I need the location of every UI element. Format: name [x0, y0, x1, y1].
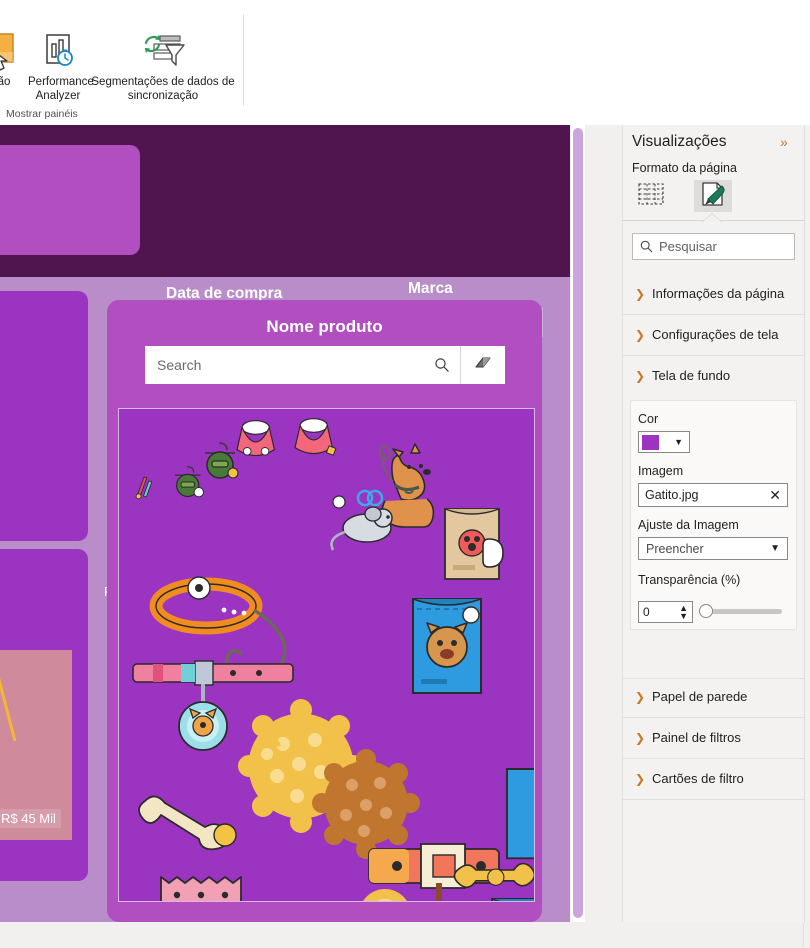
- ribbon-label-partial: ão: [0, 76, 11, 88]
- accordion-label: Tela de fundo: [652, 368, 731, 383]
- bottom-strip: [0, 922, 810, 948]
- clear-selection-button[interactable]: [460, 346, 505, 384]
- accordion-label: Cartões de filtro: [652, 771, 744, 786]
- kpi-value: 57 Mil: [0, 159, 128, 201]
- product-search-placeholder: Search: [157, 357, 202, 373]
- ribbon: ão Performance Analyzer Segmentações de …: [0, 0, 810, 125]
- image-fit-value: Preencher: [646, 541, 704, 556]
- accordion-painel-de-filtros[interactable]: ❯ Painel de filtros: [622, 719, 805, 759]
- transparency-label: Transparência (%): [638, 573, 741, 587]
- format-search-placeholder: Pesquisar: [659, 239, 717, 254]
- close-icon[interactable]: ✕: [769, 487, 781, 504]
- eraser-icon: [473, 355, 493, 376]
- ribbon-label-sync-1: Segmentações de dados de: [91, 76, 235, 88]
- product-search-input[interactable]: Search: [145, 346, 424, 384]
- accordion-label: Configurações de tela: [652, 327, 779, 342]
- fields-grid-icon: [638, 182, 664, 210]
- chevron-right-icon: ❯: [635, 772, 646, 786]
- image-fit-dropdown[interactable]: Preencher ▼: [638, 537, 788, 560]
- chevron-down-icon: ❯: [635, 369, 646, 383]
- accordion-papel-de-parede[interactable]: ❯ Papel de parede: [622, 678, 805, 718]
- performance-analyzer-icon: [28, 28, 88, 76]
- image-fit-label: Ajuste da Imagem: [638, 518, 739, 532]
- chevron-right-icon: ❯: [635, 690, 646, 704]
- chevron-right-icon: ❯: [635, 731, 646, 745]
- image-file-field[interactable]: Gatito.jpg ✕: [638, 483, 788, 507]
- chevron-down-icon: ▼: [770, 543, 780, 554]
- image-file-value: Gatito.jpg: [645, 488, 699, 502]
- left-metric-value-3: R$ 45 Mil: [0, 809, 61, 828]
- show-panes-label: Mostrar painéis: [6, 108, 78, 120]
- ribbon-label-performance-1: Performance: [28, 76, 94, 88]
- cursor-highlight-icon: [0, 28, 30, 76]
- transparency-value: 0: [643, 605, 650, 619]
- accordion-label: Painel de filtros: [652, 730, 741, 745]
- color-picker[interactable]: ▼: [638, 431, 690, 453]
- tab-format-paint[interactable]: [694, 180, 732, 212]
- pane-right-edge: [804, 125, 810, 922]
- search-icon: [633, 240, 659, 253]
- format-search-input[interactable]: Pesquisar: [632, 233, 795, 260]
- chevron-double-right-icon[interactable]: »: [780, 134, 788, 150]
- ribbon-label-sync-2: sincronização: [127, 89, 199, 102]
- canvas-background-image: [118, 408, 535, 902]
- format-tab-pointer: [703, 214, 721, 222]
- product-slicer-title: Nome produto: [266, 317, 383, 336]
- chevron-down-icon: ▼: [674, 437, 683, 447]
- ribbon-label-performance-2: Analyzer: [35, 89, 81, 102]
- ribbon-group-divider: [243, 14, 244, 106]
- kpi-subtitle: rodutos vendidos: [0, 209, 128, 229]
- tab-fields-grid[interactable]: [632, 180, 670, 212]
- chevron-right-icon: ❯: [635, 287, 646, 301]
- color-field-label: Cor: [638, 412, 659, 426]
- spinner-icon[interactable]: ▲ ▼: [679, 604, 688, 621]
- visualizations-pane-title: Visualizações: [632, 133, 727, 150]
- brand-slicer-title: Marca: [408, 280, 453, 297]
- filters-rail[interactable]: « Filtros: [594, 125, 622, 922]
- canvas-scrollbar-thumb[interactable]: [573, 128, 583, 918]
- report-canvas[interactable]: 57 Mil rodutos vendidos Data de compra 1…: [0, 125, 570, 922]
- image-field-label: Imagem: [638, 464, 684, 478]
- transparency-stepper[interactable]: 0 ▲ ▼: [638, 601, 693, 623]
- accordion-informacoes-da-pagina[interactable]: ❯ Informações da página: [622, 275, 805, 315]
- funnel-outline: [0, 677, 17, 742]
- chevron-right-icon: ❯: [635, 328, 646, 342]
- accordion-tela-de-fundo[interactable]: ❯ Tela de fundo: [622, 357, 805, 397]
- accordion-cartoes-de-filtro[interactable]: ❯ Cartões de filtro: [622, 760, 805, 800]
- accordion-label: Informações da página: [652, 286, 785, 301]
- format-section-label: Formato da página: [632, 161, 737, 175]
- kpi-card-products-sold[interactable]: 57 Mil rodutos vendidos: [0, 145, 140, 255]
- sync-slicers-icon: [88, 28, 238, 76]
- accordion-configuracoes-de-tela[interactable]: ❯ Configurações de tela: [622, 316, 805, 356]
- left-visual-card-top[interactable]: [0, 291, 88, 541]
- transparency-slider-handle[interactable]: [699, 604, 713, 618]
- product-search-box[interactable]: Search: [145, 346, 505, 384]
- reset-to-default-button[interactable]: ↺ Redefinir para padrão: [622, 645, 805, 675]
- accordion-label: Papel de parede: [652, 689, 748, 704]
- search-icon[interactable]: [424, 346, 460, 384]
- paint-format-icon: [700, 181, 726, 211]
- color-swatch: [642, 434, 659, 450]
- bottom-strip-divider: [803, 922, 804, 948]
